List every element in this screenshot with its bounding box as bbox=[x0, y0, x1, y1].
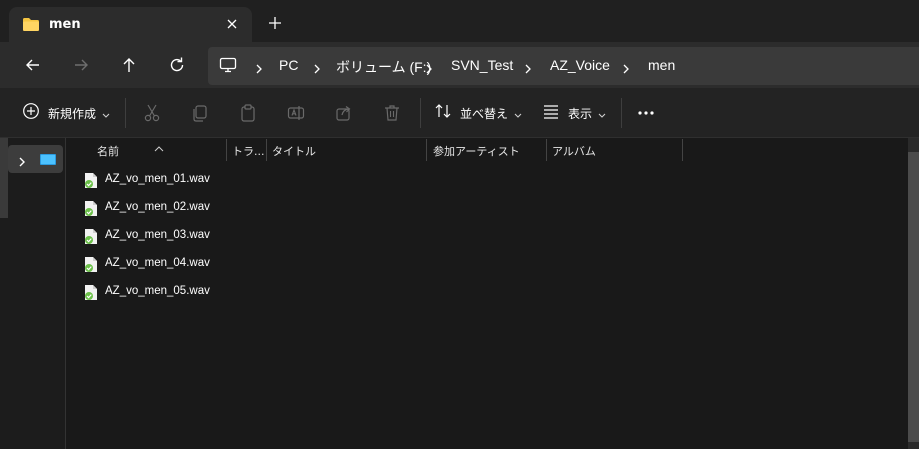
list-view-icon bbox=[542, 102, 560, 124]
chevron-down-icon bbox=[102, 104, 110, 123]
address-bar[interactable]: PC ボリューム (F:) SVN_Test AZ_Voice men bbox=[208, 47, 919, 85]
navigation-pane bbox=[0, 138, 66, 449]
column-divider[interactable] bbox=[226, 139, 227, 161]
chevron-right-icon[interactable] bbox=[312, 60, 322, 74]
new-label: 新規作成 bbox=[48, 106, 97, 121]
file-name: AZ_vo_men_02.wav bbox=[105, 201, 210, 213]
up-arrow-icon[interactable] bbox=[118, 54, 140, 76]
divider bbox=[125, 98, 126, 128]
tab-title: men bbox=[49, 17, 81, 32]
chevron-right-icon[interactable] bbox=[424, 60, 434, 74]
sort-icon bbox=[434, 102, 452, 124]
monitor-icon bbox=[219, 57, 237, 77]
file-name: AZ_vo_men_01.wav bbox=[105, 173, 210, 185]
column-divider[interactable] bbox=[426, 139, 427, 161]
command-bar: 新規作成 並べ替え 表示 bbox=[0, 88, 919, 138]
column-divider[interactable] bbox=[266, 139, 267, 161]
chevron-down-icon bbox=[598, 104, 606, 123]
column-header-name[interactable]: 名前 bbox=[97, 143, 119, 163]
plus-circle-icon bbox=[22, 102, 40, 124]
file-row[interactable]: AZ_vo_men_05.wav bbox=[84, 282, 384, 304]
chevron-right-icon[interactable] bbox=[621, 60, 631, 74]
sort-ascending-icon bbox=[154, 137, 164, 156]
title-bar: men bbox=[0, 0, 919, 42]
sort-label: 並べ替え bbox=[460, 106, 509, 121]
chevron-down-icon bbox=[514, 104, 522, 123]
new-tab-icon[interactable] bbox=[266, 14, 284, 32]
delete-icon[interactable] bbox=[382, 102, 402, 124]
wav-file-icon bbox=[84, 200, 98, 217]
wav-file-icon bbox=[84, 172, 98, 189]
forward-arrow-icon[interactable] bbox=[70, 54, 92, 76]
file-row[interactable]: AZ_vo_men_01.wav bbox=[84, 170, 384, 192]
chevron-right-icon[interactable] bbox=[254, 60, 264, 74]
more-options-icon[interactable] bbox=[636, 102, 656, 124]
file-name: AZ_vo_men_05.wav bbox=[105, 285, 210, 297]
folder-icon bbox=[22, 17, 40, 36]
nav-pane-edge bbox=[0, 138, 8, 218]
file-name: AZ_vo_men_04.wav bbox=[105, 257, 210, 269]
view-button[interactable]: 表示 bbox=[542, 102, 606, 124]
file-row[interactable]: AZ_vo_men_02.wav bbox=[84, 198, 384, 220]
close-tab-icon[interactable] bbox=[224, 16, 240, 32]
divider bbox=[621, 98, 622, 128]
divider bbox=[420, 98, 421, 128]
column-divider[interactable] bbox=[546, 139, 547, 161]
column-header-artist[interactable]: 参加アーティスト bbox=[433, 143, 520, 163]
wav-file-icon bbox=[84, 284, 98, 301]
wav-file-icon bbox=[84, 228, 98, 245]
column-divider[interactable] bbox=[682, 139, 683, 161]
breadcrumb-pc[interactable]: PC bbox=[279, 57, 298, 73]
share-icon[interactable] bbox=[334, 102, 354, 124]
back-arrow-icon[interactable] bbox=[22, 54, 44, 76]
cut-icon[interactable] bbox=[142, 102, 162, 124]
tab-men[interactable]: men bbox=[9, 7, 252, 42]
breadcrumb-az-voice[interactable]: AZ_Voice bbox=[550, 57, 610, 73]
sort-button[interactable]: 並べ替え bbox=[434, 102, 522, 124]
scrollbar-thumb[interactable] bbox=[908, 152, 919, 442]
breadcrumb-volume[interactable]: ボリューム (F:) bbox=[336, 57, 431, 77]
refresh-icon[interactable] bbox=[166, 54, 188, 76]
file-row[interactable]: AZ_vo_men_04.wav bbox=[84, 254, 384, 276]
chevron-right-icon[interactable] bbox=[523, 60, 533, 74]
view-label: 表示 bbox=[568, 106, 593, 121]
paste-icon[interactable] bbox=[238, 102, 258, 124]
wav-file-icon bbox=[84, 256, 98, 273]
file-row[interactable]: AZ_vo_men_03.wav bbox=[84, 226, 384, 248]
file-name: AZ_vo_men_03.wav bbox=[105, 229, 210, 241]
copy-icon[interactable] bbox=[190, 102, 210, 124]
breadcrumb-svn-test[interactable]: SVN_Test bbox=[451, 57, 513, 73]
new-button[interactable]: 新規作成 bbox=[22, 102, 110, 124]
column-header-track[interactable]: トラ... bbox=[232, 143, 265, 163]
desktop-icon bbox=[39, 152, 57, 171]
breadcrumb-men[interactable]: men bbox=[648, 57, 675, 73]
navigation-bar: PC ボリューム (F:) SVN_Test AZ_Voice men bbox=[0, 42, 919, 88]
rename-icon[interactable] bbox=[286, 102, 306, 124]
nav-item-selected[interactable] bbox=[8, 145, 63, 173]
column-header-title[interactable]: タイトル bbox=[272, 143, 316, 163]
chevron-right-icon[interactable] bbox=[17, 153, 27, 172]
column-header-album[interactable]: アルバム bbox=[552, 143, 596, 163]
